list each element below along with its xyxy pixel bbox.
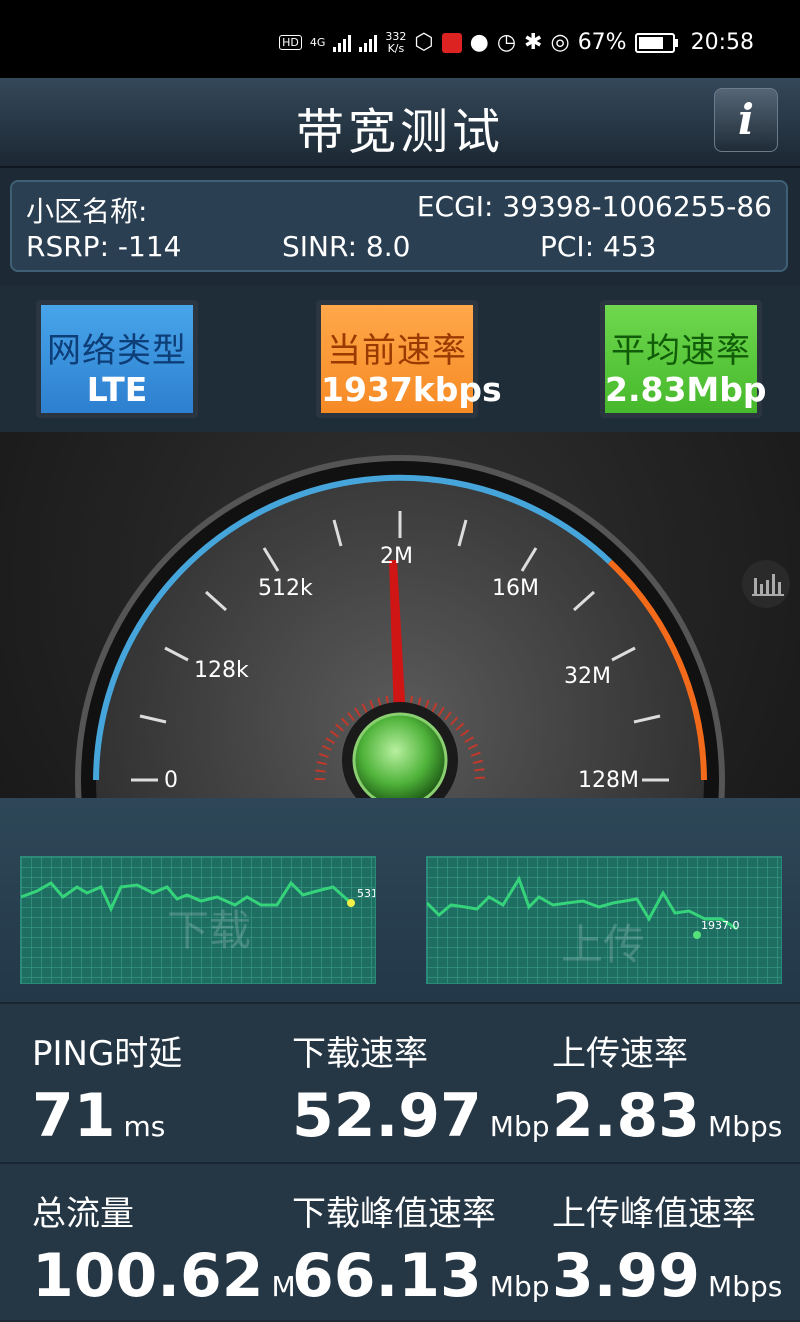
bluetooth-icon: ✱ [524, 30, 543, 55]
signal-2-icon [359, 34, 378, 52]
network-type-indicator: 4G [309, 35, 326, 49]
download-graph: 下载 53129. [20, 856, 376, 984]
download-dot [347, 899, 355, 907]
gauge-dial [75, 455, 725, 798]
alarm-icon: ◷ [496, 30, 517, 55]
net-speed: 332 K/s [385, 29, 407, 55]
ping-stat: PING时延 71 ms [32, 1026, 182, 1151]
avg-rate-tile[interactable]: 平均速率 2.83Mbp [600, 300, 767, 418]
gauge-label-16m: 16M [492, 576, 539, 601]
current-rate-tile[interactable]: 当前速率 1937kbps [316, 300, 502, 418]
info-button[interactable]: i [714, 88, 778, 152]
upload-peak-stat: 上传峰值速率 3.99 Mbps [552, 1186, 782, 1311]
sinr-value: SINR: 8.0 [282, 230, 411, 263]
gauge-label-512k: 512k [258, 576, 313, 601]
download-unit: Mbp [489, 1110, 550, 1143]
total-label: 总流量 [32, 1194, 134, 1234]
gauge-label-32m: 32M [564, 664, 611, 689]
rsrp-value: RSRP: -114 [26, 230, 182, 263]
location-icon: ◎ [550, 30, 570, 55]
download-peak-label: 下载峰值速率 [292, 1194, 496, 1234]
download-peak-unit: Mbp [489, 1270, 550, 1303]
graph-band: 下载 53129. 上传 1937.0 [0, 798, 800, 1002]
bar-chart-icon[interactable] [742, 560, 790, 608]
current-rate-value: 1937kbps [321, 370, 502, 409]
gauge-label-2m: 2M [380, 544, 413, 569]
stats-row-2: 总流量 100.62 M 下载峰值速率 66.13 Mbp 上传峰值速率 3.99 M… [0, 1162, 800, 1322]
avg-rate-value: 2.83Mbp [605, 370, 767, 409]
pci-value: PCI: 453 [540, 230, 657, 263]
upload-unit: Mbps [708, 1110, 783, 1143]
gauge-hub [352, 712, 448, 798]
app-header: 带宽测试 i [0, 78, 800, 168]
upload-value: 2.83 [552, 1081, 701, 1151]
cell-name-label: 小区名称: [26, 195, 148, 228]
total-stat: 总流量 100.62 M [32, 1186, 296, 1311]
upload-peak-label: 1937.0 [701, 919, 740, 932]
upload-peak-label: 上传峰值速率 [552, 1194, 756, 1234]
gauge-label-128k: 128k [194, 658, 249, 683]
upload-stat: 上传速率 2.83 Mbps [552, 1026, 782, 1151]
net-speed-unit: K/s [387, 41, 405, 55]
battery-icon [634, 32, 678, 53]
total-value: 100.62 [32, 1241, 264, 1311]
speed-gauge: 0 128k 512k 2M 16M 32M 128M [0, 432, 800, 798]
download-stat: 下载速率 52.97 Mbp [292, 1026, 550, 1151]
upload-graph: 上传 1937.0 [426, 856, 782, 984]
ping-value: 71 [32, 1081, 116, 1151]
status-bar: HD 4G 332 K/s ⬡ ● ◷ ✱ ◎ 67% 20:58 [0, 0, 800, 78]
stats-panel: PING时延 71 ms 下载速率 52.97 Mbp 上传速率 2.83 Mbps … [0, 1002, 800, 1320]
current-rate-label: 当前速率 [327, 331, 467, 371]
upload-peak-value: 3.99 [552, 1241, 701, 1311]
download-label: 下载速率 [292, 1034, 428, 1074]
cell-info-panel: 小区名称: ECGI: 39398-1006255-86 RSRP: -114 … [10, 180, 788, 272]
network-type-tile[interactable]: 网络类型 LTE [36, 300, 198, 418]
hand-icon: ⬡ [414, 30, 434, 55]
stats-row-1: PING时延 71 ms 下载速率 52.97 Mbp 上传速率 2.83 Mbps [0, 1002, 800, 1162]
ping-label: PING时延 [32, 1034, 183, 1074]
download-peak-value: 66.13 [292, 1241, 482, 1311]
ping-unit: ms [123, 1110, 166, 1143]
network-type-label: 网络类型 [47, 331, 187, 371]
network-type-value: LTE [86, 370, 148, 409]
download-peak-label: 53129. [357, 887, 376, 900]
page-title: 带宽测试 [295, 104, 504, 160]
download-value: 52.97 [292, 1081, 482, 1151]
hd-badge: HD [279, 35, 302, 50]
download-watermark: 下载 [167, 906, 252, 955]
signal-icon [333, 34, 352, 52]
upload-label: 上传速率 [552, 1034, 688, 1074]
clock: 20:58 [690, 30, 754, 55]
gauge-label-0: 0 [164, 768, 178, 793]
upload-peak-unit: Mbps [708, 1270, 783, 1303]
ecgi-value: ECGI: 39398-1006255-86 [416, 190, 772, 223]
battery-percent: 67% [577, 30, 627, 55]
message-icon: ● [469, 30, 489, 55]
download-peak-stat: 下载峰值速率 66.13 Mbp [292, 1186, 550, 1311]
net-speed-value: 332 [385, 29, 407, 43]
upload-dot [693, 931, 701, 939]
metric-strip: 网络类型 LTE 当前速率 1937kbps 平均速率 2.83Mbp [0, 286, 800, 432]
gauge-label-128m: 128M [578, 768, 639, 793]
upload-watermark: 上传 [561, 920, 646, 969]
app-icon [441, 32, 462, 53]
avg-rate-label: 平均速率 [611, 331, 751, 371]
